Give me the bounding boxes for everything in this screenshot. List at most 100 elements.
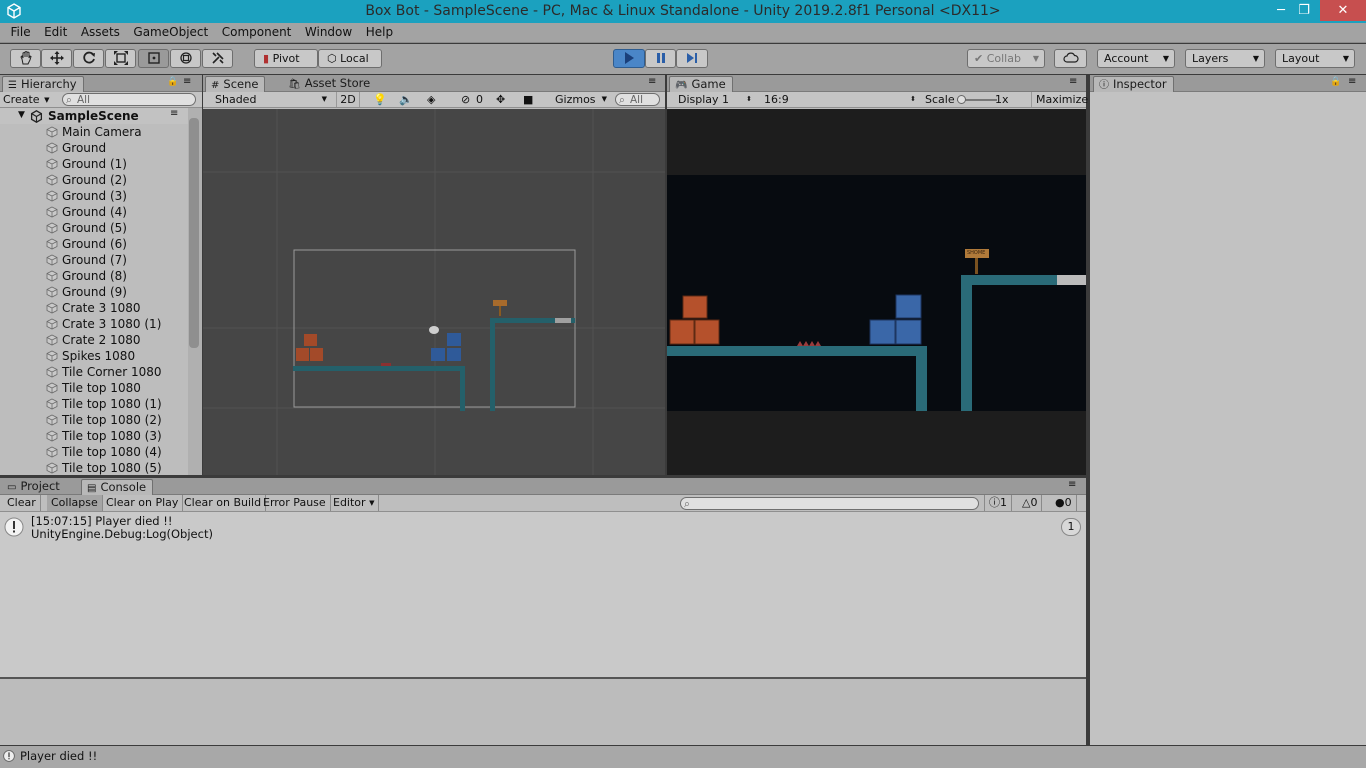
- hierarchy-item[interactable]: Ground (2): [62, 172, 127, 188]
- status-bar: Player died !!: [0, 746, 1366, 768]
- clear-on-build-toggle[interactable]: Clear on Build: [180, 495, 267, 511]
- lock-icon[interactable]: 🔒: [1330, 77, 1341, 87]
- scrollbar-thumb[interactable]: [189, 118, 199, 348]
- pause-button[interactable]: [645, 49, 676, 68]
- aspect-dropdown[interactable]: 16:9 ⬍: [764, 92, 916, 107]
- layers-dropdown[interactable]: Layers ▼: [1185, 49, 1265, 68]
- tab-project[interactable]: ▭ Project: [2, 479, 66, 494]
- collab-dropdown[interactable]: ✔ Collab ▼: [967, 49, 1045, 68]
- hierarchy-item[interactable]: Ground (9): [62, 284, 127, 300]
- game-view[interactable]: SHOME: [667, 109, 1086, 475]
- tab-scene-label: Scene: [223, 77, 259, 91]
- hierarchy-item[interactable]: Tile top 1080 (3): [62, 428, 162, 444]
- hierarchy-item[interactable]: Tile top 1080 (4): [62, 444, 162, 460]
- tools-icon[interactable]: ✥: [496, 93, 505, 106]
- hierarchy-item[interactable]: Main Camera: [62, 124, 142, 140]
- hierarchy-item[interactable]: Spikes 1080: [62, 348, 135, 364]
- hierarchy-item[interactable]: Crate 3 1080 (1): [62, 316, 161, 332]
- scene-search-input[interactable]: ⌕ All: [615, 93, 660, 106]
- gizmos-dropdown[interactable]: Gizmos ▼: [555, 92, 607, 107]
- hierarchy-item[interactable]: Ground (6): [62, 236, 127, 252]
- menu-assets[interactable]: Assets: [76, 23, 125, 42]
- error-pause-toggle[interactable]: Error Pause: [259, 495, 331, 511]
- hierarchy-item[interactable]: Ground (3): [62, 188, 127, 204]
- scene-view[interactable]: [203, 109, 665, 475]
- account-dropdown[interactable]: Account ▼: [1097, 49, 1175, 68]
- scene-root-row[interactable]: ▼ SampleScene ≡: [0, 108, 188, 124]
- clear-on-play-toggle[interactable]: Clear on Play: [102, 495, 184, 511]
- panel-menu-icon[interactable]: ≡: [648, 76, 656, 87]
- log-entry[interactable]: [15:07:15] Player died !! UnityEngine.De…: [0, 513, 1086, 545]
- hierarchy-item[interactable]: Crate 2 1080: [62, 332, 141, 348]
- hierarchy-item[interactable]: Ground (4): [62, 204, 127, 220]
- cloud-button[interactable]: [1054, 49, 1087, 68]
- hierarchy-search-input[interactable]: ⌕ All: [62, 93, 196, 106]
- scale-slider-thumb[interactable]: [957, 95, 966, 104]
- close-button[interactable]: ✕: [1320, 0, 1366, 21]
- scene-menu-icon[interactable]: ≡: [170, 108, 178, 119]
- tab-asset-store[interactable]: 🛍 Asset Store: [283, 76, 376, 91]
- panel-menu-icon[interactable]: ≡: [1348, 76, 1356, 87]
- hand-tool-button[interactable]: [10, 49, 41, 68]
- tab-scene[interactable]: # Scene: [205, 76, 266, 92]
- menu-component[interactable]: Component: [217, 23, 297, 42]
- hierarchy-item[interactable]: Tile top 1080 (1): [62, 396, 162, 412]
- play-button[interactable]: [613, 49, 645, 68]
- panel-menu-icon[interactable]: ≡: [1069, 76, 1077, 87]
- lighting-icon[interactable]: 💡: [373, 93, 387, 106]
- pivot-toggle[interactable]: ▮ Pivot: [254, 49, 318, 68]
- tab-console[interactable]: ▤ Console: [81, 479, 154, 495]
- info-filter-toggle[interactable]: ⓘ1: [984, 495, 1012, 511]
- hierarchy-item[interactable]: Tile top 1080 (5): [62, 460, 162, 476]
- move-tool-button[interactable]: [41, 49, 72, 68]
- hierarchy-item[interactable]: Ground (8): [62, 268, 127, 284]
- camera-icon[interactable]: ■: [523, 93, 533, 106]
- lock-icon[interactable]: 🔒: [167, 77, 178, 87]
- layout-dropdown[interactable]: Layout ▼: [1275, 49, 1355, 68]
- hierarchy-scrollbar[interactable]: [188, 108, 202, 475]
- clear-button[interactable]: Clear: [3, 495, 41, 511]
- panel-menu-icon[interactable]: ≡: [1068, 479, 1076, 490]
- hierarchy-item[interactable]: Crate 3 1080: [62, 300, 141, 316]
- panel-menu-icon[interactable]: ≡: [183, 76, 191, 87]
- hierarchy-item[interactable]: Tile Corner 1080: [62, 364, 162, 380]
- error-filter-toggle[interactable]: ●0: [1051, 495, 1077, 511]
- audio-icon[interactable]: 🔈: [399, 93, 413, 106]
- tab-hierarchy[interactable]: ☰ Hierarchy: [2, 76, 84, 92]
- menu-help[interactable]: Help: [361, 23, 398, 42]
- tab-inspector[interactable]: ⓘ Inspector: [1093, 76, 1174, 92]
- scale-slider[interactable]: [957, 95, 997, 104]
- hierarchy-item[interactable]: Ground (1): [62, 156, 127, 172]
- hierarchy-item[interactable]: Ground (5): [62, 220, 127, 236]
- hierarchy-item[interactable]: Ground (7): [62, 252, 127, 268]
- display-dropdown[interactable]: Display 1 ⬍: [678, 92, 752, 107]
- menu-gameobject[interactable]: GameObject: [128, 23, 213, 42]
- local-toggle[interactable]: ⬡ Local: [318, 49, 382, 68]
- effects-icon[interactable]: ◈: [427, 93, 435, 106]
- menu-file[interactable]: File: [6, 23, 36, 42]
- unity-scene-icon: [30, 110, 43, 123]
- create-dropdown[interactable]: Create ▼: [3, 93, 52, 107]
- step-button[interactable]: [676, 49, 708, 68]
- hierarchy-item[interactable]: Tile top 1080 (2): [62, 412, 162, 428]
- menu-window[interactable]: Window: [300, 23, 357, 42]
- custom-tool-button[interactable]: [202, 49, 233, 68]
- maximize-button[interactable]: ❐: [1288, 0, 1320, 21]
- hierarchy-item[interactable]: Ground: [62, 140, 106, 156]
- editor-dropdown[interactable]: Editor ▼: [329, 495, 379, 511]
- collapse-toggle[interactable]: Collapse: [47, 495, 103, 511]
- expand-arrow-icon[interactable]: ▼: [18, 110, 25, 120]
- transform-tool-button[interactable]: [170, 49, 201, 68]
- rect-tool-button[interactable]: [138, 49, 169, 68]
- console-search-input[interactable]: ⌕: [680, 497, 979, 510]
- rotate-tool-button[interactable]: [73, 49, 104, 68]
- inspector-tabbar: ⓘ Inspector 🔒 ≡: [1090, 75, 1366, 92]
- hidden-layers-icon[interactable]: ⊘: [461, 93, 470, 106]
- gameobject-cube-icon: [46, 190, 58, 202]
- menu-edit[interactable]: Edit: [39, 23, 72, 42]
- shading-dropdown[interactable]: Shaded ▼: [215, 92, 327, 107]
- hierarchy-item[interactable]: Tile top 1080: [62, 380, 141, 396]
- warning-filter-toggle[interactable]: △0: [1018, 495, 1043, 511]
- scale-tool-button[interactable]: [105, 49, 136, 68]
- 2d-toggle[interactable]: 2D: [336, 92, 360, 107]
